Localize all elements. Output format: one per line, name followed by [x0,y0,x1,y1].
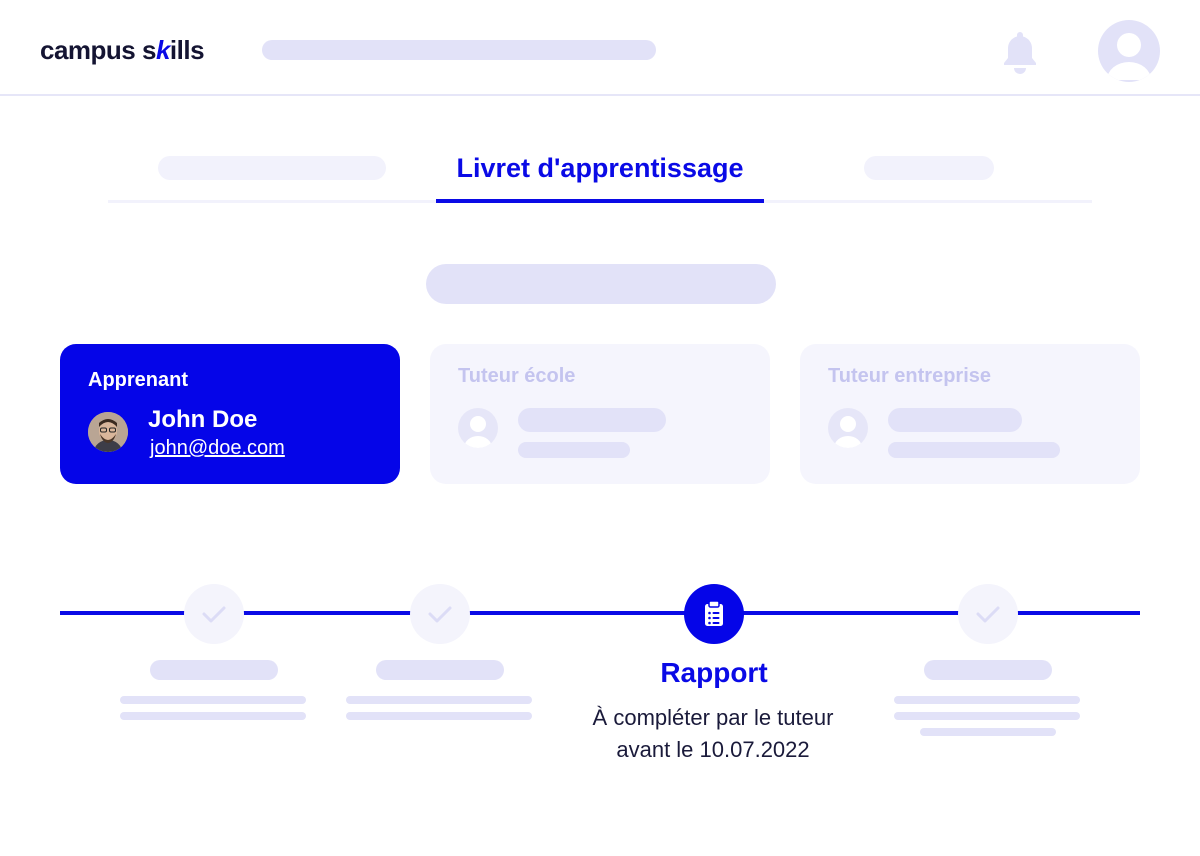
step-2-line-placeholder [346,696,532,704]
step-1-title-placeholder [150,660,278,680]
tab-placeholder-right[interactable] [864,156,994,180]
section-heading-placeholder [426,264,776,304]
company-tutor-name-placeholder [888,408,1022,432]
school-tutor-card[interactable]: Tuteur école [430,344,770,484]
tab-placeholder-left[interactable] [158,156,386,180]
campus-skills-logo[interactable]: campus skills [40,34,205,66]
company-tutor-card[interactable]: Tuteur entreprise [800,344,1140,484]
timeline-step-4[interactable] [958,584,1018,644]
clipboard-list-icon [705,600,723,626]
school-tutor-card-title: Tuteur école [458,365,576,387]
learner-name: John Doe [148,406,258,433]
step-4-line-placeholder [894,712,1080,720]
check-icon [202,606,226,623]
step-2-line-placeholder [346,712,532,720]
timeline-step-2[interactable] [410,584,470,644]
learner-card[interactable]: Apprenant John Doe john@doe.com [60,344,400,484]
check-icon [428,606,452,623]
step-4-line-placeholder [920,728,1056,736]
learner-card-title: Apprenant [88,369,188,391]
company-tutor-avatar-icon [828,408,868,448]
school-tutor-name-placeholder [518,408,666,432]
check-icon [976,606,1000,623]
rapport-step-description: À compléter par le tuteur avant le 10.07… [592,705,834,762]
learner-email-link[interactable]: john@doe.com [150,436,285,460]
step-1-line-placeholder [120,712,306,720]
company-tutor-card-title: Tuteur entreprise [828,365,991,387]
step-4-title-placeholder [924,660,1052,680]
active-tab-indicator [436,199,764,203]
step-4-line-placeholder [894,696,1080,704]
search-bar-placeholder[interactable] [262,40,656,60]
company-tutor-email-placeholder [888,442,1060,458]
school-tutor-email-placeholder [518,442,630,458]
school-tutor-avatar-icon [458,408,498,448]
timeline-step-rapport[interactable] [684,584,744,644]
learner-avatar [88,412,128,452]
step-2-title-placeholder [376,660,504,680]
bell-icon[interactable] [1000,30,1040,74]
tab-livret-apprentissage[interactable]: Livret d'apprentissage [436,150,764,186]
rapport-step-title: Rapport [660,657,768,688]
timeline-step-1[interactable] [184,584,244,644]
user-avatar-icon[interactable] [1098,20,1160,82]
top-bar: campus skills [0,0,1200,96]
step-1-line-placeholder [120,696,306,704]
